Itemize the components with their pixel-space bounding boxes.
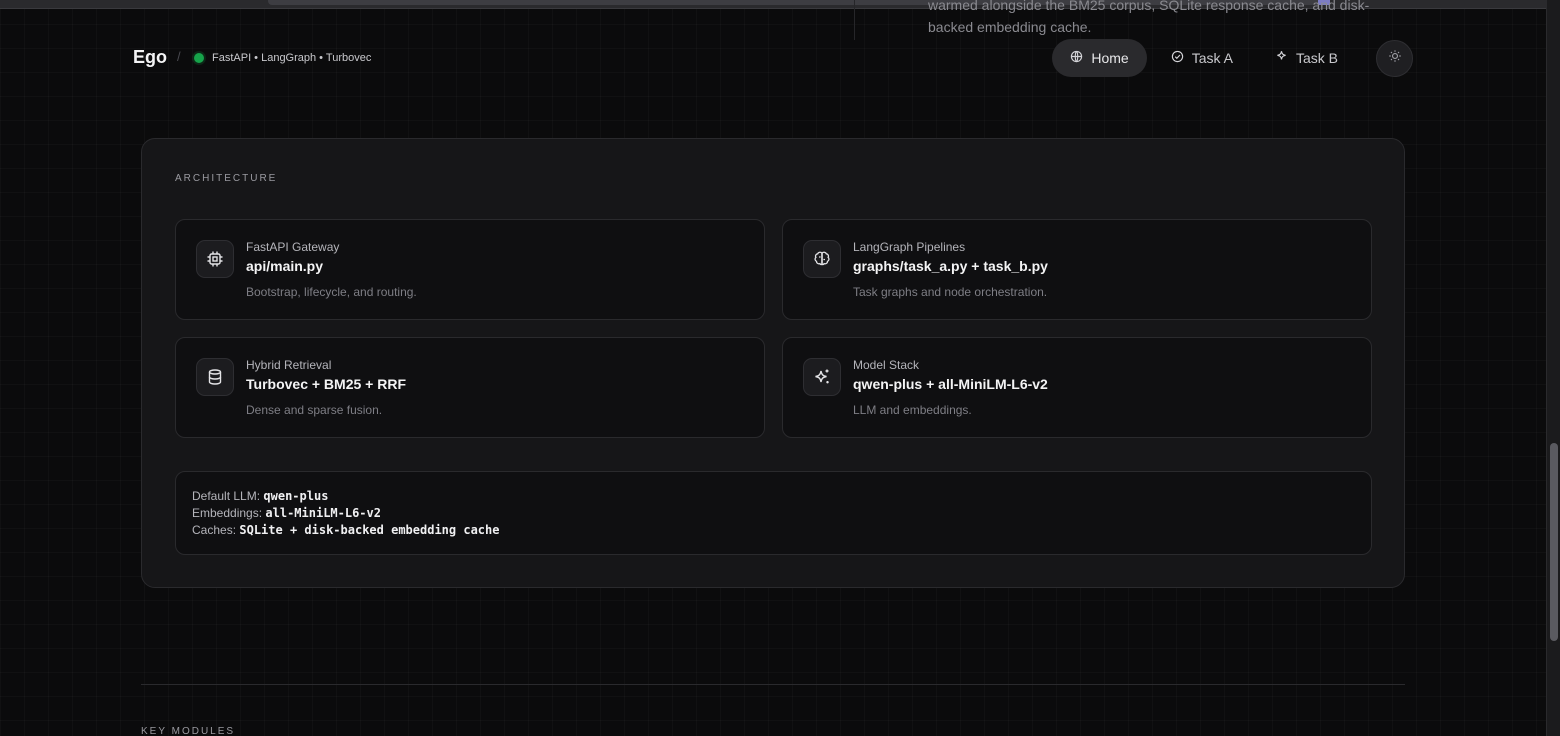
nav-task-a-label: Task A bbox=[1191, 50, 1233, 66]
card-label: LangGraph Pipelines bbox=[853, 240, 966, 254]
sun-icon bbox=[1388, 49, 1402, 68]
page-scrollbar[interactable] bbox=[1546, 0, 1560, 736]
architecture-panel: ARCHITECTURE FastAPI Gateway api/main.py… bbox=[141, 138, 1405, 588]
card-title: qwen-plus + all-MiniLM-L6-v2 bbox=[853, 376, 1048, 392]
card-label: Model Stack bbox=[853, 358, 920, 372]
nav-home-label: Home bbox=[1091, 50, 1129, 66]
globe-icon bbox=[1070, 50, 1083, 66]
nav-task-b[interactable]: Task B bbox=[1257, 39, 1356, 77]
cpu-icon bbox=[196, 240, 234, 278]
config-embeddings-row: Embeddings: all-MiniLM-L6-v2 bbox=[192, 505, 1355, 522]
card-title: api/main.py bbox=[246, 258, 324, 274]
nav-task-a[interactable]: Task A bbox=[1153, 39, 1251, 77]
header: Ego / FastAPI • LangGraph • Turbovec Hom… bbox=[133, 38, 1413, 78]
config-llm-row: Default LLM: qwen-plus bbox=[192, 488, 1355, 505]
config-caches-label: Caches: bbox=[192, 523, 237, 537]
check-circle-icon bbox=[1171, 50, 1184, 66]
section-title-key-modules: KEY MODULES bbox=[141, 726, 236, 736]
config-llm-label: Default LLM: bbox=[192, 489, 261, 503]
card-model-stack: Model Stack qwen-plus + all-MiniLM-L6-v2… bbox=[782, 337, 1372, 438]
card-hybrid-retrieval: Hybrid Retrieval Turbovec + BM25 + RRF D… bbox=[175, 337, 765, 438]
scrollbar-thumb[interactable] bbox=[1550, 443, 1558, 641]
nav-home[interactable]: Home bbox=[1052, 39, 1147, 77]
card-fastapi-gateway: FastAPI Gateway api/main.py Bootstrap, l… bbox=[175, 219, 765, 320]
breadcrumb-separator: / bbox=[177, 49, 181, 64]
config-embeddings-value: all-MiniLM-L6-v2 bbox=[265, 506, 381, 520]
top-nav: Home Task A Task B bbox=[1052, 38, 1413, 78]
theme-toggle-button[interactable] bbox=[1376, 39, 1413, 77]
card-description: LLM and embeddings. bbox=[853, 403, 972, 417]
stack-label: FastAPI • LangGraph • Turbovec bbox=[212, 52, 372, 64]
card-label: FastAPI Gateway bbox=[246, 240, 340, 254]
nav-task-b-label: Task B bbox=[1295, 50, 1338, 66]
config-caches-row: Caches: SQLite + disk-backed embedding c… bbox=[192, 522, 1355, 539]
status-dot bbox=[194, 53, 204, 63]
brand-title[interactable]: Ego bbox=[133, 47, 167, 68]
section-divider bbox=[141, 684, 1405, 685]
config-summary: Default LLM: qwen-plus Embeddings: all-M… bbox=[175, 471, 1372, 555]
config-caches-value: SQLite + disk-backed embedding cache bbox=[239, 523, 500, 537]
section-title-architecture: ARCHITECTURE bbox=[175, 173, 278, 184]
brain-icon bbox=[803, 240, 841, 278]
card-description: Task graphs and node orchestration. bbox=[853, 285, 1048, 299]
card-langgraph-pipelines: LangGraph Pipelines graphs/task_a.py + t… bbox=[782, 219, 1372, 320]
background-divider bbox=[854, 0, 855, 40]
card-title: Turbovec + BM25 + RRF bbox=[246, 376, 407, 392]
card-label: Hybrid Retrieval bbox=[246, 358, 332, 372]
sparkles-icon bbox=[803, 358, 841, 396]
card-description: Dense and sparse fusion. bbox=[246, 403, 383, 417]
database-icon bbox=[196, 358, 234, 396]
card-title: graphs/task_a.py + task_b.py bbox=[853, 258, 1048, 274]
card-description: Bootstrap, lifecycle, and routing. bbox=[246, 285, 417, 299]
config-llm-value: qwen-plus bbox=[263, 489, 329, 503]
sparkle-icon bbox=[1275, 50, 1288, 66]
config-embeddings-label: Embeddings: bbox=[192, 506, 263, 520]
background-snippet: warmed alongside the BM25 corpus, SQLite… bbox=[928, 0, 1370, 35]
